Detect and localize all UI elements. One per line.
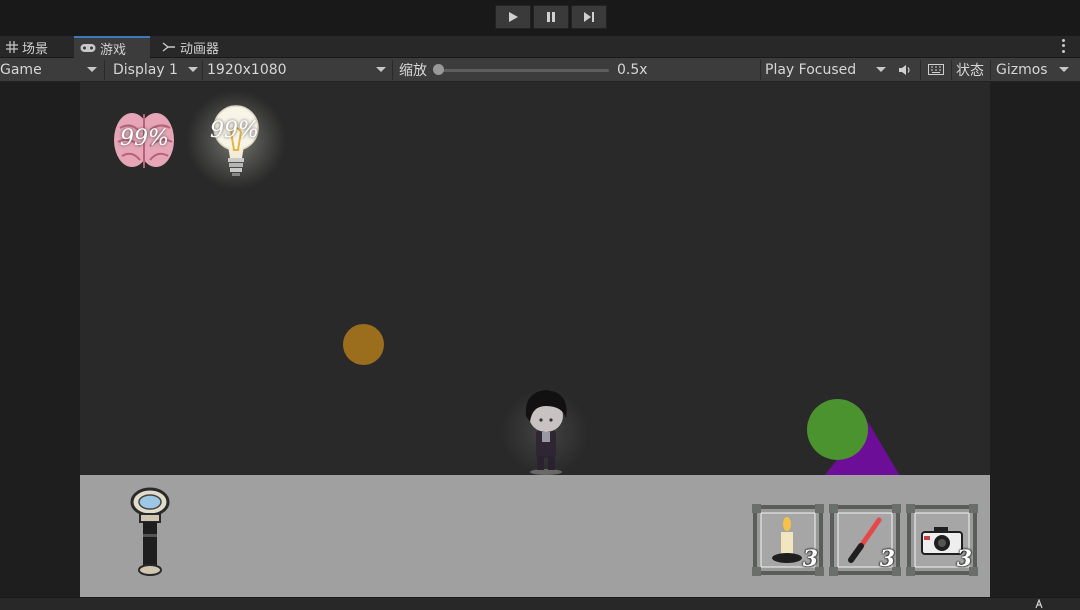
divider xyxy=(202,60,203,80)
speaker-icon xyxy=(899,64,910,75)
top-toolbar xyxy=(0,0,1080,36)
candle-icon xyxy=(772,517,802,563)
display-dropdown-label: Display 1 xyxy=(113,61,178,78)
scale-slider-track[interactable] xyxy=(437,69,609,72)
green-orb xyxy=(807,399,868,460)
scale-label: 缩放 xyxy=(399,58,427,81)
gizmos-label: Gizmos xyxy=(996,61,1048,78)
grid-icon xyxy=(6,41,18,53)
sanity-indicator: 99% xyxy=(110,104,182,176)
chevron-down-icon xyxy=(876,67,886,72)
play-button[interactable] xyxy=(495,5,531,29)
inventory-slot-candle[interactable]: 3 xyxy=(752,504,824,576)
divider xyxy=(990,60,991,80)
scale-slider-handle[interactable] xyxy=(433,64,444,75)
tab-scene[interactable]: 场景 xyxy=(0,36,74,58)
keyboard-icon xyxy=(928,64,944,75)
inventory-slot-camera[interactable]: 3 xyxy=(906,504,978,576)
orange-orb xyxy=(343,324,384,365)
divider xyxy=(392,60,393,80)
mute-audio-button[interactable] xyxy=(895,58,915,81)
pause-button[interactable] xyxy=(533,5,569,29)
game-view[interactable]: 99% 99% 3 3 3 xyxy=(80,82,990,597)
tab-scene-label: 场景 xyxy=(22,41,49,57)
divider xyxy=(104,60,105,80)
a-icon[interactable] xyxy=(1034,599,1044,609)
step-icon xyxy=(584,12,594,22)
candle-count: 3 xyxy=(802,546,818,572)
camera-count: 3 xyxy=(956,546,972,572)
play-icon xyxy=(509,12,518,22)
chevron-down-icon xyxy=(87,67,97,72)
animator-icon xyxy=(162,42,175,52)
light-indicator: 99% xyxy=(208,102,264,182)
resolution-dropdown-label: 1920x1080 xyxy=(207,61,287,78)
divider xyxy=(760,60,761,80)
scale-value: 0.5x xyxy=(617,58,648,81)
light-percent: 99% xyxy=(210,118,259,143)
chevron-down-icon xyxy=(188,67,198,72)
tab-animator-label: 动画器 xyxy=(180,41,220,57)
sanity-percent: 99% xyxy=(120,126,169,151)
display-dropdown[interactable]: Display 1 xyxy=(113,58,201,81)
resolution-dropdown[interactable]: 1920x1080 xyxy=(207,58,389,81)
tab-game-label: 游戏 xyxy=(100,42,127,58)
chevron-down-icon xyxy=(376,67,386,72)
lightsaber-count: 3 xyxy=(879,546,895,572)
chevron-down-icon xyxy=(1059,67,1069,72)
play-mode-label: Play Focused xyxy=(765,61,857,78)
divider xyxy=(951,60,952,80)
game-view-toolbar: Game Display 1 1920x1080 缩放 0.5x Play Fo… xyxy=(0,58,1080,82)
step-button[interactable] xyxy=(571,5,607,29)
gamepad-icon xyxy=(80,44,96,52)
status-bar xyxy=(0,597,1080,610)
pause-icon xyxy=(547,12,555,22)
stats-button[interactable]: 状态 xyxy=(956,58,984,81)
stats-button-label: 状态 xyxy=(956,62,984,79)
view-dropdown[interactable]: Game xyxy=(0,58,102,81)
view-dropdown-label: Game xyxy=(0,61,42,78)
play-mode-dropdown[interactable]: Play Focused xyxy=(765,58,889,81)
tab-game[interactable]: 游戏 xyxy=(74,36,150,58)
flashlight-icon xyxy=(130,487,170,576)
player-character xyxy=(525,390,567,475)
playmode-controls xyxy=(495,5,607,29)
scale-value-text: 0.5x xyxy=(617,61,648,78)
window-tabbar: 场景 游戏 动画器 xyxy=(0,36,1080,58)
shortcuts-button[interactable] xyxy=(926,58,946,81)
gizmos-dropdown[interactable]: Gizmos xyxy=(996,58,1074,81)
more-options-icon[interactable] xyxy=(1060,38,1066,54)
inventory-slot-lightsaber[interactable]: 3 xyxy=(829,504,901,576)
scale-label-text: 缩放 xyxy=(399,62,427,79)
divider xyxy=(920,60,921,80)
tab-animator[interactable]: 动画器 xyxy=(156,36,236,58)
